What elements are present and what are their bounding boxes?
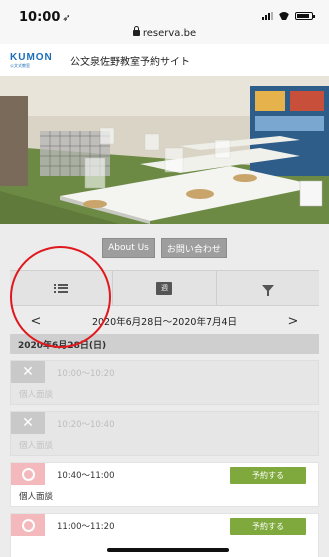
address-bar[interactable]: reserva.be (0, 26, 329, 39)
contact-button[interactable]: お問い合わせ (160, 238, 227, 258)
status-bar: 10:00 ➶ reserva.be (0, 0, 329, 44)
date-range-label: 2020年6月28日～2020年7月4日 (91, 317, 238, 328)
tab-filter[interactable] (217, 271, 319, 305)
slot-row: ✕ 10:00～10:20 個人面談 (10, 360, 319, 405)
reserve-button[interactable]: 予約する (230, 467, 306, 484)
location-arrow-icon: ➶ (62, 13, 71, 24)
logo-subtext: 公文式教室 (10, 62, 30, 68)
slot-row: ✕ 10:20～10:40 個人面談 (10, 411, 319, 456)
tab-week-view[interactable]: 週 (113, 271, 217, 305)
wifi-icon (278, 12, 290, 20)
home-indicator[interactable] (107, 548, 229, 552)
address-url: reserva.be (142, 28, 197, 39)
battery-icon (295, 12, 315, 20)
slot-time: 10:40～11:00 (57, 471, 115, 481)
signal-icon (262, 12, 273, 20)
page: 10:00 ➶ reserva.be KUMON 公文式教室 公文泉佐野教室予約サ… (0, 0, 329, 557)
prev-week-button[interactable]: < (30, 314, 42, 329)
status-time: 10:00 ➶ (19, 10, 71, 25)
available-icon (11, 514, 45, 536)
calendar-week-icon: 週 (156, 281, 173, 295)
date-header: 2020年6月28日(日) (10, 334, 319, 354)
slot-name: 個人面談 (19, 441, 54, 451)
info-links: About Us お問い合わせ (0, 224, 329, 270)
site-title: 公文泉佐野教室予約サイト (70, 56, 190, 68)
about-us-button[interactable]: About Us (102, 238, 155, 258)
status-time-text: 10:00 (19, 10, 61, 25)
slot-name: 個人面談 (19, 492, 54, 502)
list-icon (54, 284, 68, 293)
kumon-logo[interactable]: KUMON 公文式教室 (10, 52, 60, 69)
filter-icon (261, 284, 274, 296)
slot-time: 10:20～10:40 (57, 420, 115, 430)
view-switcher: 週 (10, 270, 319, 306)
slot-name: 個人面談 (19, 390, 54, 400)
reserve-button[interactable]: 予約する (230, 518, 306, 535)
classroom-illustration (0, 76, 329, 224)
classroom-photo (0, 76, 329, 224)
lock-icon (132, 26, 140, 36)
available-icon (11, 463, 45, 485)
unavailable-icon: ✕ (11, 412, 45, 434)
next-week-button[interactable]: > (287, 314, 299, 329)
site-header: KUMON 公文式教室 公文泉佐野教室予約サイト (0, 44, 329, 76)
slot-time: 10:00～10:20 (57, 369, 115, 379)
tab-list-view[interactable] (10, 271, 114, 305)
unavailable-icon: ✕ (11, 361, 45, 383)
slot-time: 11:00～11:20 (57, 522, 115, 532)
slot-row: 10:40～11:00 予約する 個人面談 (10, 462, 319, 507)
system-icons (262, 12, 315, 20)
date-range-nav: < 2020年6月28日～2020年7月4日 > (0, 308, 329, 334)
logo-text: KUMON (10, 51, 53, 63)
